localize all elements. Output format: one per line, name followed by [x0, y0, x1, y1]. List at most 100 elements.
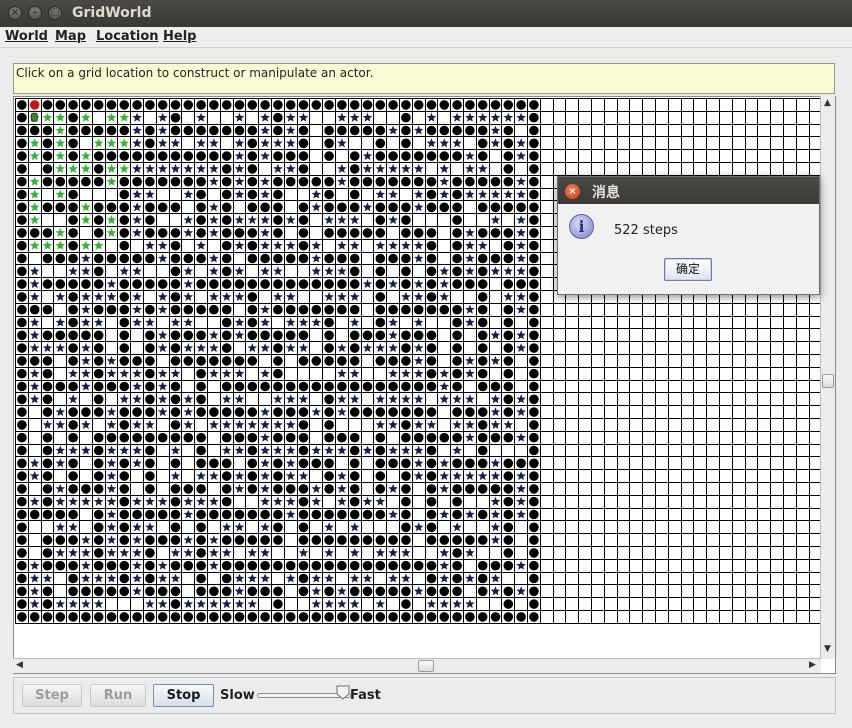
rock-actor	[119, 522, 130, 533]
rock-actor	[401, 266, 411, 277]
rock-actor	[55, 202, 66, 213]
rock-actor	[68, 586, 78, 597]
rock-actor	[209, 586, 219, 597]
rock-actor	[401, 202, 411, 213]
menu-world[interactable]: World	[5, 29, 48, 44]
rock-actor	[503, 586, 514, 597]
rock-actor	[68, 189, 78, 200]
rock-actor	[221, 151, 232, 161]
maximize-window-button[interactable]: □	[48, 6, 62, 20]
rock-actor	[260, 100, 270, 110]
rock-actor	[375, 612, 386, 622]
rock-actor	[209, 279, 219, 289]
rock-actor	[311, 304, 322, 315]
rock-actor	[221, 343, 232, 353]
rock-actor	[17, 112, 27, 123]
rock-actor	[93, 266, 104, 277]
rock-actor	[298, 407, 309, 417]
rock-actor	[17, 445, 27, 456]
rock-actor	[401, 100, 411, 110]
close-window-button[interactable]: ×	[8, 6, 22, 20]
rock-actor	[285, 407, 296, 417]
dialog-close-icon[interactable]: ×	[565, 184, 580, 199]
rock-actor	[17, 292, 27, 302]
step-button[interactable]: Step	[22, 684, 82, 707]
scroll-right-icon[interactable]: ▶	[809, 661, 816, 670]
rock-actor	[170, 151, 181, 161]
ok-button[interactable]: 确定	[664, 258, 712, 281]
rock-actor	[324, 317, 334, 328]
rock-actor	[273, 189, 283, 200]
stop-button[interactable]: Stop	[153, 684, 214, 707]
rock-actor	[503, 407, 514, 417]
rock-actor	[209, 356, 219, 366]
rock-actor	[260, 535, 270, 545]
rock-actor	[221, 484, 232, 494]
rock-actor	[285, 330, 296, 341]
rock-actor	[324, 343, 334, 353]
rock-actor	[145, 394, 155, 405]
rock-actor	[426, 368, 437, 379]
rock-actor	[490, 484, 501, 494]
scroll-left-icon[interactable]: ◀	[16, 661, 23, 670]
scroll-up-icon[interactable]: ▲	[824, 99, 831, 108]
rock-actor	[401, 599, 411, 609]
rock-actor	[529, 445, 539, 456]
rock-actor	[285, 612, 296, 622]
speed-slider-knob[interactable]	[336, 685, 350, 700]
rock-actor	[477, 368, 488, 379]
rock-actor	[337, 228, 347, 238]
rock-actor	[529, 599, 539, 609]
horizontal-scroll-thumb[interactable]	[418, 660, 434, 672]
rock-actor	[324, 100, 334, 110]
rock-actor	[260, 330, 270, 341]
horizontal-scrollbar[interactable]: ◀ ▶	[13, 658, 821, 673]
scroll-down-icon[interactable]: ▼	[824, 645, 831, 654]
rock-actor	[119, 535, 130, 545]
rock-actor	[93, 586, 104, 597]
rock-actor	[221, 471, 232, 481]
menu-location[interactable]: Location	[96, 29, 159, 44]
rock-actor	[68, 304, 78, 315]
rock-actor	[529, 304, 539, 315]
rock-actor	[426, 304, 437, 315]
rock-actor	[298, 125, 309, 136]
rock-actor	[298, 151, 309, 161]
rock-actor	[349, 189, 360, 200]
vertical-scrollbar[interactable]: ▲ ▼	[820, 96, 835, 659]
rock-actor	[529, 266, 539, 277]
rock-actor	[234, 279, 245, 289]
vertical-scroll-thumb[interactable]	[822, 374, 834, 388]
rock-actor	[477, 330, 488, 341]
run-button[interactable]: Run	[90, 684, 146, 707]
rock-actor	[247, 484, 258, 494]
minimize-window-button[interactable]: –	[28, 6, 42, 20]
rock-actor	[183, 330, 194, 341]
rock-actor	[503, 484, 514, 494]
rock-actor	[68, 381, 78, 392]
rock-actor	[285, 151, 296, 161]
rock-actor	[17, 304, 27, 315]
rock-actor	[324, 125, 334, 136]
rock-actor	[477, 343, 488, 353]
rock-actor	[375, 292, 386, 302]
menu-help[interactable]: Help	[163, 29, 196, 44]
rock-actor	[247, 535, 258, 545]
rock-actor	[196, 253, 206, 264]
rock-actor	[529, 548, 539, 558]
rock-actor	[170, 496, 181, 507]
rock-actor	[273, 112, 283, 123]
rock-actor	[388, 458, 398, 469]
rock-actor	[145, 560, 155, 571]
rock-actor	[401, 381, 411, 392]
rock-actor	[401, 420, 411, 430]
rock-actor	[17, 189, 27, 200]
rock-actor	[145, 228, 155, 238]
rock-actor	[298, 484, 309, 494]
rock-actor	[93, 394, 104, 405]
rock-actor	[285, 253, 296, 264]
rock-actor	[106, 586, 117, 597]
rock-actor	[260, 612, 270, 622]
rock-actor	[311, 176, 322, 187]
menu-map[interactable]: Map	[55, 29, 86, 44]
